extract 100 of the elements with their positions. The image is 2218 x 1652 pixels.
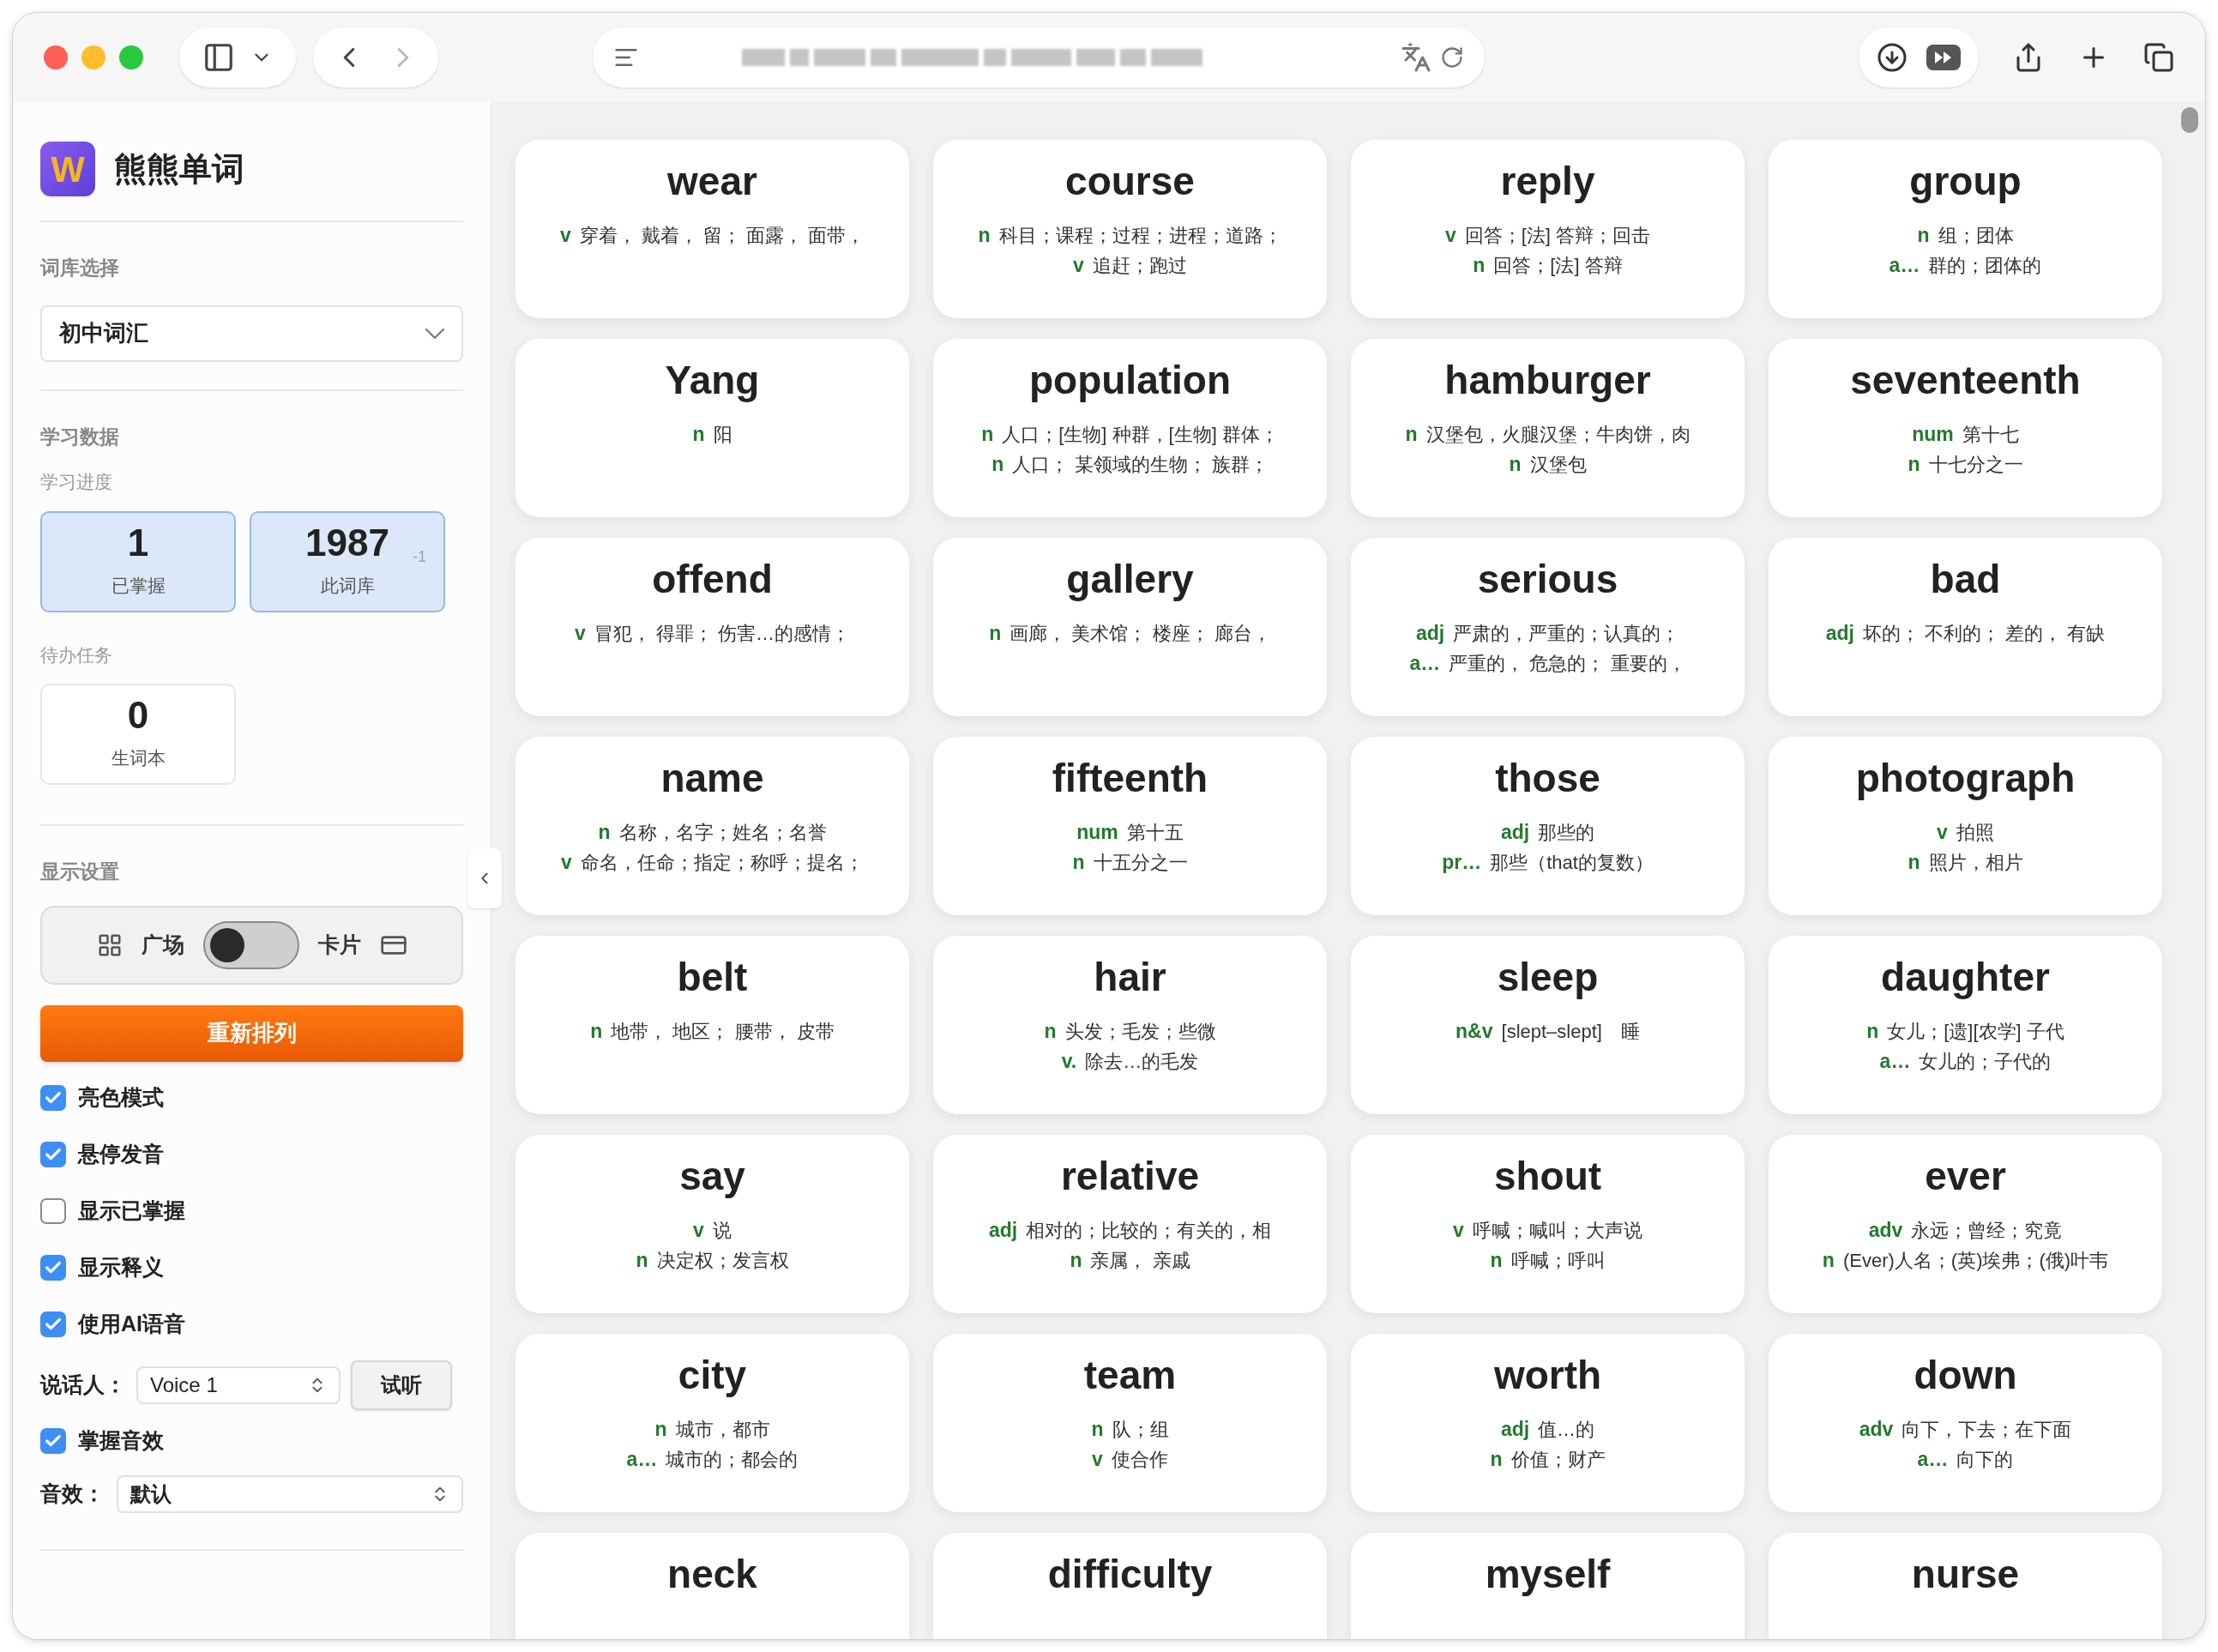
option-label: 亮色模式 [78,1083,164,1111]
word-card[interactable]: shout v 呼喊；喊叫；大声说 n 呼喊；呼叫 [1351,1135,1745,1313]
part-of-speech: v [1453,1218,1464,1243]
word: nurse [1911,1551,2020,1598]
definition: [slept–slept] 睡 [1501,1020,1640,1044]
definition: 女儿的；子代的 [1919,1050,2052,1074]
word: name [660,755,764,802]
part-of-speech: n [1072,850,1085,875]
word: gallery [1066,556,1194,603]
part-of-speech: n [1405,422,1418,447]
part-of-speech: pr… [1442,850,1482,875]
app-logo: W [40,142,95,196]
definition: 向下的 [1956,1448,2014,1472]
word: city [678,1352,747,1399]
word-card[interactable]: group n 组；团体 a… 群的；团体的 [1769,140,2162,318]
part-of-speech: n [598,820,611,845]
word-card[interactable]: sleep n&v [slept–slept] 睡 [1351,936,1745,1114]
word-card[interactable]: name n 名称，名字；姓名；名誉 v 命名，任命；指定；称呼；提名； [515,737,909,915]
definition: 人口； 某领域的生物； 族群； [1012,453,1269,477]
word: population [1028,357,1232,404]
word-card[interactable]: reply v 回答；[法] 答辩；回击 n 回答；[法] 答辩 [1351,140,1745,318]
part-of-speech: v [693,1218,704,1243]
definition: 呼喊；呼叫 [1510,1249,1606,1273]
definition: 头发；毛发；些微 [1064,1020,1216,1044]
library-select[interactable]: 初中词汇 [40,304,463,362]
word-card[interactable]: bad adj 坏的； 不利的； 差的， 有缺 [1769,538,2162,716]
word-card[interactable]: relative adj 相对的；比较的；有关的，相 n 亲属， 亲戚 [933,1135,1327,1313]
toggle-label: 卡片 [317,931,361,958]
definition: 值…的 [1538,1418,1595,1442]
sound-select[interactable]: 默认 [117,1474,463,1513]
definition: 向下，下去；在下面 [1902,1418,2072,1442]
preview-button[interactable]: 试听 [351,1360,452,1410]
part-of-speech: n [1044,1019,1057,1044]
definition: 城市的；都会的 [666,1448,799,1472]
part-of-speech: v. [1061,1049,1077,1074]
option-label: 悬停发音 [78,1140,164,1167]
definition: 人口；[生物] 种群，[生物] 群体； [1002,423,1279,447]
word-card[interactable]: ever adv 永远；曾经；究竟 n (Ever)人名；(英)埃弗；(俄)叶韦 [1769,1135,2162,1313]
word-card[interactable]: nurse [1769,1533,2162,1639]
word: myself [1485,1551,1611,1598]
part-of-speech: adj [1500,820,1530,845]
word-card[interactable]: neck [515,1533,909,1639]
word: neck [667,1551,757,1598]
part-of-speech: num [1076,820,1118,845]
word-card[interactable]: difficulty [933,1533,1327,1639]
word-card[interactable]: myself [1351,1533,1745,1639]
definition: 那些（that的复数） [1490,851,1654,875]
option-label: 显示已掌握 [78,1197,185,1224]
definition: 十五分之一 [1093,851,1188,875]
toggle-label: 广场 [141,931,184,958]
stat-label: 已掌握 [111,574,166,597]
part-of-speech: v [1444,223,1456,248]
definition: 严重的， 危急的； 重要的， [1449,652,1686,676]
word-card[interactable]: worth adj 值…的 n 价值；财产 [1351,1334,1745,1512]
part-of-speech: n [1091,1417,1104,1442]
part-of-speech: n [1908,452,1920,477]
definition: 汉堡包，火腿汉堡；牛肉饼，肉 [1425,423,1691,447]
part-of-speech: n [991,452,1004,477]
part-of-speech: a… [1917,1447,1949,1472]
word-card[interactable]: down adv 向下，下去；在下面 a… 向下的 [1769,1334,2162,1512]
option-label: 使用AI语音 [78,1310,185,1337]
definition: 名称，名字；姓名；名誉 [618,821,827,845]
word-card[interactable]: daughter n 女儿；[遗][农学] 子代 a… 女儿的；子代的 [1769,936,2162,1114]
word-card[interactable]: course n 科目；课程；过程；进程；道路； v 追赶；跑过 [933,140,1327,318]
word: seventeenth [1850,357,2081,404]
word-card[interactable]: city n 城市，都市 a… 城市的；都会的 [515,1334,909,1512]
word: fifteenth [1052,755,1208,802]
definition: 冒犯， 得罪； 伤害…的感情； [594,622,850,646]
word: offend [652,556,773,603]
word-card[interactable]: team n 队；组 v 使合作 [933,1334,1327,1512]
word-card[interactable]: seventeenth num 第十七 n 十七分之一 [1769,339,2162,517]
word-card[interactable]: wear v 穿着， 戴着， 留； 面露， 面带， [515,140,909,318]
word-card[interactable]: gallery n 画廊， 美术馆； 楼座； 廊台， [933,538,1327,716]
part-of-speech: n [1917,223,1930,248]
part-of-speech: a… [1889,253,1920,278]
subsection-label: 待办任务 [40,643,113,666]
sound-label: 音效： [40,1480,105,1507]
word-card[interactable]: Yang n 阳 [515,339,909,517]
word-card[interactable]: offend v 冒犯， 得罪； 伤害…的感情； [515,538,909,716]
part-of-speech: v [1073,253,1084,278]
word-card[interactable]: hamburger n 汉堡包，火腿汉堡；牛肉饼，肉 n 汉堡包 [1351,339,1745,517]
part-of-speech: v [559,223,571,248]
definition: 永远；曾经；究竟 [1911,1219,2063,1243]
word-card[interactable]: fifteenth num 第十五 n 十五分之一 [933,737,1327,915]
word-card[interactable]: photograph v 拍照 n 照片，相片 [1769,737,2162,915]
definition: 价值；财产 [1510,1448,1606,1472]
part-of-speech: n [989,621,1002,646]
word-card[interactable]: say v 说 n 决定权；发言权 [515,1135,909,1313]
definition: 使合作 [1111,1448,1168,1472]
definition: 城市，都市 [675,1418,770,1442]
speaker-select[interactable]: Voice 1 [136,1366,341,1404]
word-card[interactable]: those adj 那些的 pr… 那些（that的复数） [1351,737,1745,915]
definition: 第十五 [1126,821,1184,845]
word-card[interactable]: serious adj 严肃的，严重的；认真的； a… 严重的， 危急的； 重要的， [1351,538,1745,716]
word-card[interactable]: belt n 地带， 地区； 腰带， 皮带 [515,936,909,1114]
word-card[interactable]: hair n 头发；毛发；些微 v. 除去…的毛发 [933,936,1327,1114]
speaker-label: 说话人： [40,1371,126,1398]
definition: (Ever)人名；(英)埃弗；(俄)叶韦 [1842,1249,2109,1273]
definition: 照片，相片 [1928,851,2023,875]
word-card[interactable]: population n 人口；[生物] 种群，[生物] 群体； n 人口； 某领域的生物； 族群； [933,339,1327,517]
